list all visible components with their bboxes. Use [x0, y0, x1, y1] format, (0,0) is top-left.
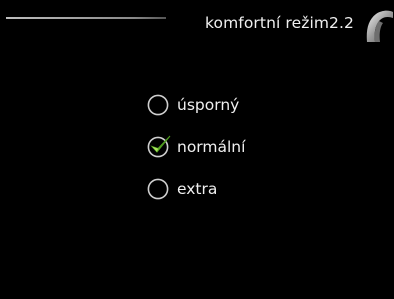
radio-checked-icon[interactable]	[147, 135, 171, 158]
tap-faucet-icon	[363, 8, 394, 44]
option-label: úsporný	[177, 96, 240, 114]
radio-unchecked-icon[interactable]	[147, 178, 169, 200]
option-extra[interactable]: extra	[147, 178, 245, 220]
screen: komfortní režim2.2 úsporný normální extr…	[0, 0, 394, 299]
header-divider	[6, 17, 166, 19]
options-list: úsporný normální extra	[147, 94, 245, 220]
option-usporny[interactable]: úsporný	[147, 94, 245, 136]
radio-unchecked-icon[interactable]	[147, 94, 169, 116]
option-label: normální	[177, 138, 246, 156]
page-title: komfortní režim2.2	[204, 14, 354, 32]
option-normalni[interactable]: normální	[147, 135, 246, 178]
option-label: extra	[177, 180, 218, 198]
